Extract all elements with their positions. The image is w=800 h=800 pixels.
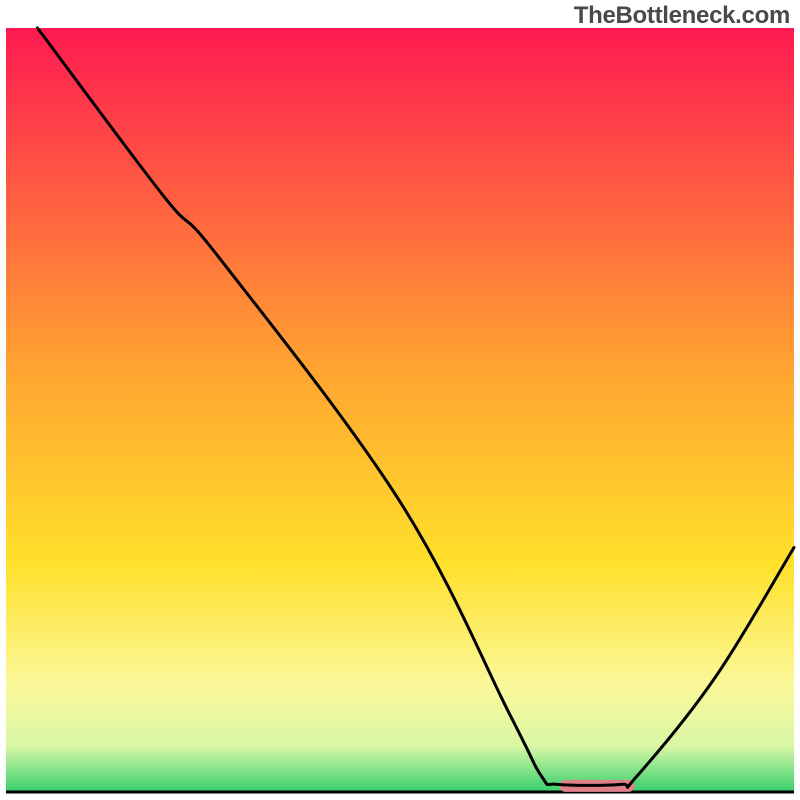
chart-container: TheBottleneck.com <box>0 0 800 800</box>
chart-svg <box>0 0 800 800</box>
watermark-text: TheBottleneck.com <box>574 2 790 30</box>
